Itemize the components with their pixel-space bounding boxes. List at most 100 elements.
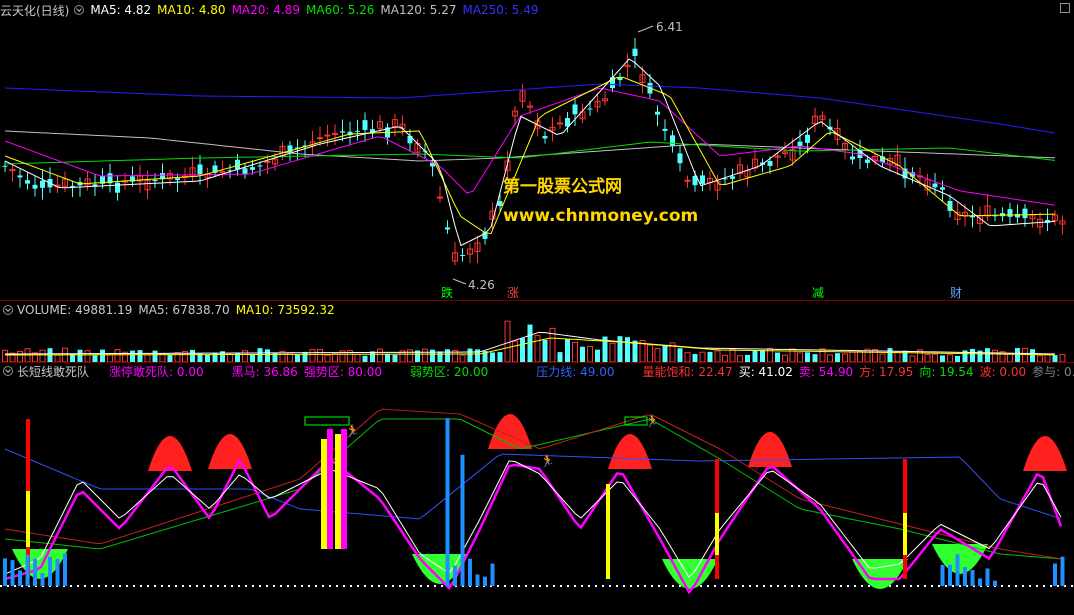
volume-bar-down — [1030, 349, 1035, 362]
price-candle-down — [497, 201, 503, 206]
ma120-label: MA120: 5.27 — [380, 3, 457, 17]
volume-ma10: MA10: 73592.32 — [235, 303, 335, 317]
ma250-label: MA250: 5.49 — [462, 3, 539, 17]
price-candle-down — [197, 164, 203, 175]
signal-bar-segment — [903, 513, 907, 555]
volume-bar-up — [842, 353, 848, 362]
volume-bar-up — [354, 354, 361, 362]
volume-bar-down — [152, 350, 158, 362]
runner-icon: 🏃 — [645, 414, 660, 428]
volume-bar-down — [617, 336, 623, 362]
price-candle-down — [805, 134, 810, 143]
chevron-down-icon[interactable] — [3, 305, 13, 315]
red-peak-area — [148, 436, 192, 471]
price-candle-down — [655, 111, 660, 115]
volume-bar-up — [647, 344, 653, 362]
volume-bar-down — [302, 351, 308, 362]
indicator-chart[interactable]: 🏃 🏃 🏃 — [0, 379, 1074, 615]
pillar-bar — [341, 429, 347, 549]
volume-bar-up — [797, 352, 803, 362]
volume-bar-up — [1059, 354, 1066, 362]
low-pointer — [452, 278, 467, 285]
ind-xiang: 向: 19.54 — [919, 364, 974, 379]
volume-bar-down — [752, 350, 758, 362]
price-candle-down — [340, 131, 345, 133]
settings-icon[interactable] — [1060, 3, 1070, 13]
volume-bar-up — [729, 348, 736, 362]
volume-bar-up — [684, 352, 691, 362]
price-candle-up — [317, 137, 323, 140]
price-candle-down — [932, 183, 938, 188]
indicator-red-line — [4, 408, 1062, 560]
ind-buy: 买: 41.02 — [738, 364, 793, 379]
price-candle-down — [32, 184, 38, 189]
price-candle-down — [17, 175, 23, 178]
blue-volume-bar — [48, 556, 52, 586]
price-candle-down — [1007, 209, 1013, 217]
chevron-down-icon[interactable] — [3, 366, 13, 376]
watermark-url: www.chnmoney.com — [503, 206, 699, 226]
volume-bar-up — [422, 348, 428, 362]
price-candle-up — [684, 179, 691, 182]
volume-bar-down — [940, 355, 945, 362]
blue-volume-bar — [445, 418, 450, 586]
blue-volume-bar — [993, 580, 997, 586]
chevron-down-icon[interactable] — [74, 5, 85, 15]
tag-cai: 财 — [950, 286, 963, 300]
ind-liangneng: 量能饱和: 22.47 — [642, 364, 733, 379]
price-candle-down — [662, 128, 668, 131]
volume-bar-up — [819, 348, 826, 362]
price-candle-down — [677, 153, 683, 164]
pillar-bar — [327, 429, 333, 549]
volume-legend: VOLUME: 49881.19 MA5: 67838.70 MA10: 735… — [0, 302, 341, 318]
ma10-label: MA10: 4.80 — [157, 3, 226, 17]
blue-volume-bar — [3, 558, 7, 586]
volume-bar-down — [190, 349, 195, 362]
blue-volume-bar — [453, 565, 457, 586]
ma60-label: MA60: 5.26 — [306, 3, 375, 17]
volume-bar-up — [879, 353, 886, 362]
volume-bar-down — [130, 350, 135, 362]
high-price-label: 6.41 — [656, 20, 683, 34]
price-candle-down — [767, 161, 773, 166]
ind-yali: 压力线: 49.00 — [536, 364, 615, 379]
blue-volume-bar — [18, 570, 22, 586]
volume-bar-down — [92, 355, 98, 362]
volume-bar-down — [1015, 348, 1020, 362]
blue-volume-bar — [25, 554, 30, 586]
blue-volume-bar — [468, 558, 472, 586]
volume-bar-up — [39, 349, 46, 362]
volume-bar-up — [849, 351, 856, 362]
price-chart[interactable]: 6.41 4.26 — [0, 16, 1074, 301]
volume-bar-down — [677, 348, 683, 362]
volume-bar-up — [84, 350, 91, 362]
blue-volume-bar — [1053, 563, 1057, 586]
blue-volume-bar — [970, 570, 975, 586]
volume-bar-down — [205, 355, 210, 362]
volume-bar-down — [707, 351, 713, 362]
price-candle-down — [1022, 208, 1028, 219]
blue-volume-bar — [63, 553, 67, 586]
indicator-title: 长短线敢死队 — [17, 364, 90, 379]
separator-price-volume — [0, 300, 1074, 301]
volume-bar-down — [580, 346, 585, 362]
ind-sell: 卖: 54.90 — [798, 364, 854, 379]
volume-bar-up — [504, 320, 511, 362]
volume-bar-up — [144, 354, 151, 362]
price-candle-up — [332, 132, 338, 135]
volume-bar-down — [100, 349, 105, 362]
volume-bar-down — [475, 349, 480, 362]
volume-chart[interactable] — [0, 318, 1074, 362]
blue-volume-bar — [33, 558, 37, 586]
volume-bar-down — [437, 351, 443, 362]
price-candle-down — [175, 178, 180, 181]
pillar-bar — [321, 439, 327, 549]
volume-bar-up — [609, 342, 616, 362]
price-candle-down — [572, 104, 578, 115]
blue-volume-bar — [978, 578, 982, 586]
volume-bar-down — [887, 348, 893, 362]
price-candle-down — [152, 179, 158, 182]
price-candle-down — [670, 135, 675, 146]
volume-bar-down — [250, 354, 255, 362]
volume-bar-down — [1052, 355, 1058, 362]
